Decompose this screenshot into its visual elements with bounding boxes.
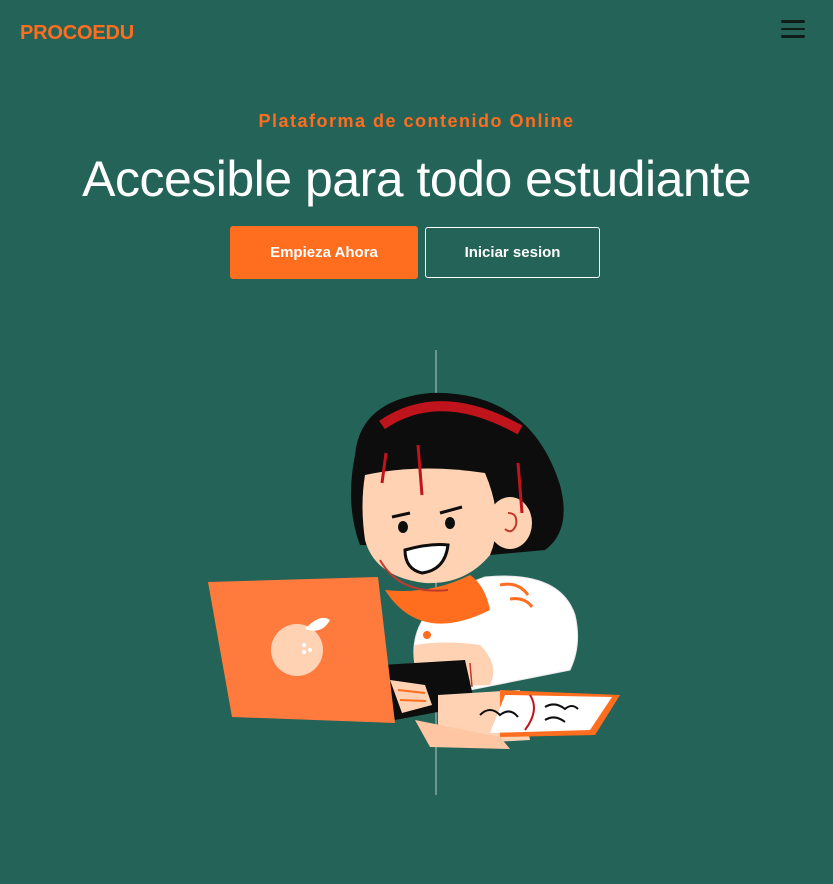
- hero-subtitle: Plataforma de contenido Online: [258, 111, 575, 131]
- hamburger-menu-icon[interactable]: [781, 20, 805, 40]
- login-button[interactable]: Iniciar sesion: [425, 227, 600, 278]
- start-now-button[interactable]: Empieza Ahora: [230, 226, 418, 279]
- hero-title: Accesible para todo estudiante: [82, 151, 751, 207]
- girl-with-laptop-illustration: [208, 350, 620, 795]
- brand-logo[interactable]: PROCOEDU: [20, 22, 134, 45]
